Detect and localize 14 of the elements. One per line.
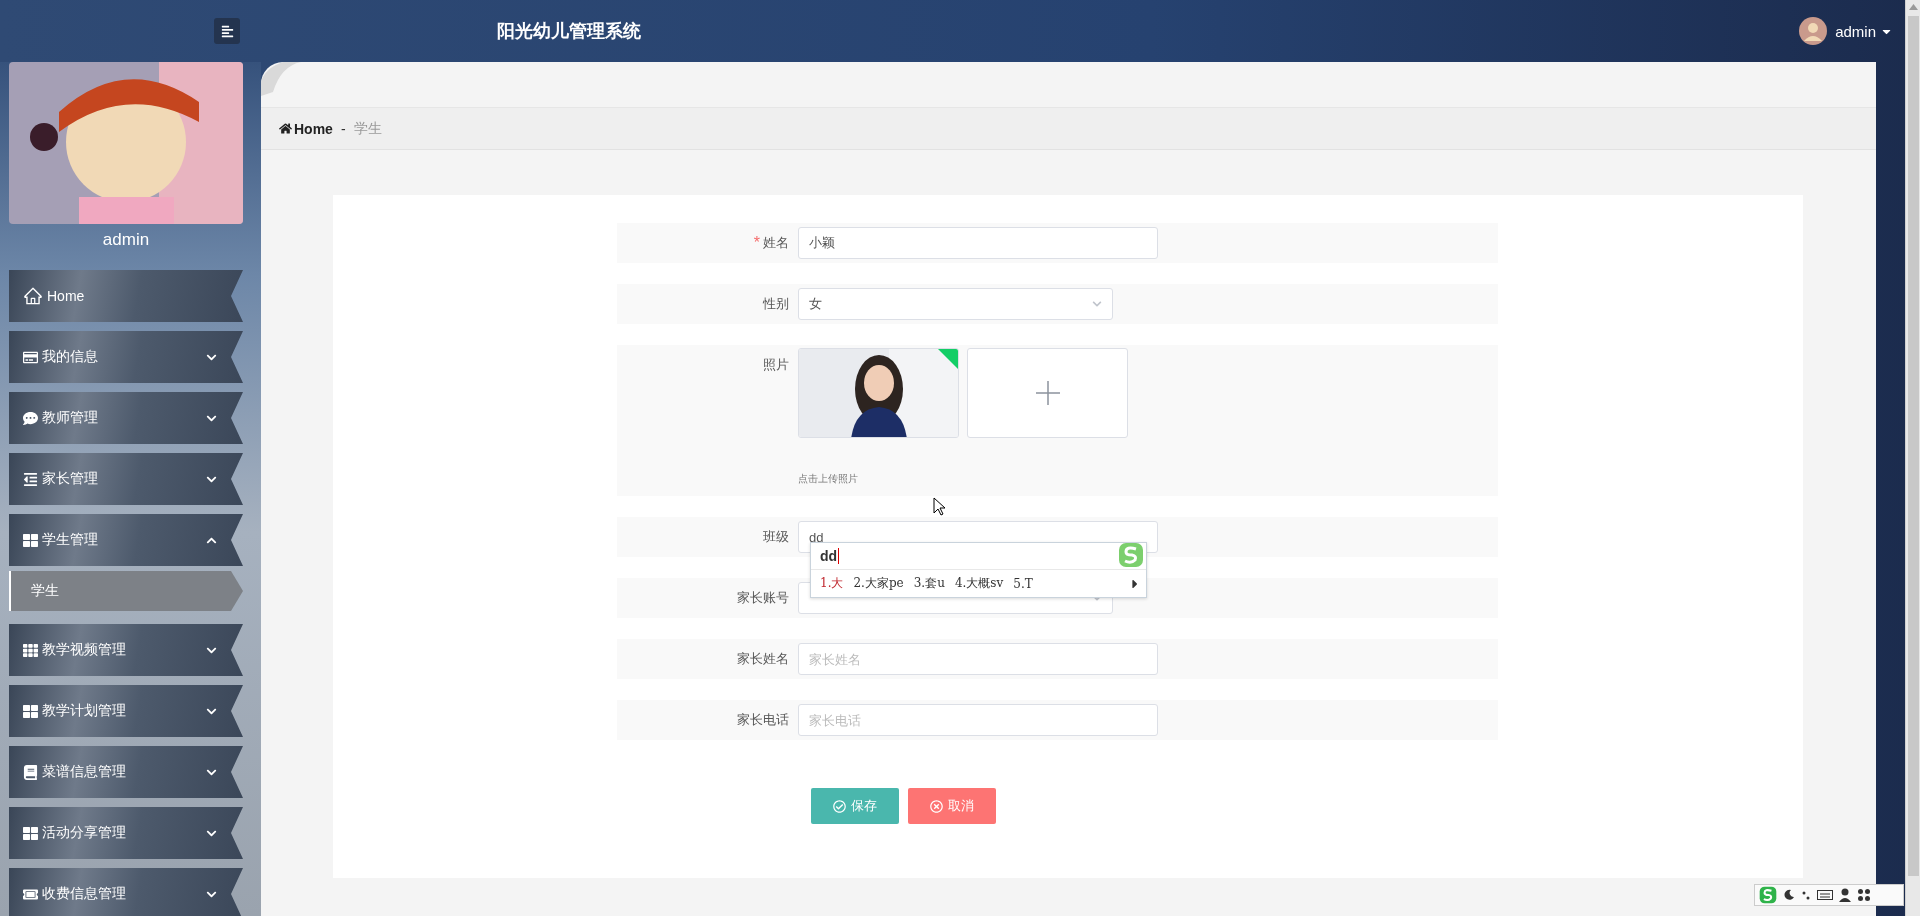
ime-composition: dd [820, 548, 840, 564]
upload-hint: 点击上传照片 [798, 472, 859, 486]
profile-name: admin [101, 230, 151, 250]
field-label: 家长账号 [737, 589, 789, 607]
required-mark: * [753, 234, 760, 252]
app-title: 阳光幼儿管理系统 [497, 20, 641, 43]
breadcrumb-separator: - [340, 120, 346, 137]
field-label: 家长电话 [737, 711, 789, 729]
field-label: 照片 [763, 356, 789, 374]
field-label: 姓名 [763, 234, 789, 252]
field-label: 家长姓名 [737, 650, 789, 668]
field-label: 性别 [763, 295, 789, 313]
field-label: 班级 [763, 528, 789, 546]
breadcrumb-current: 学生 [353, 119, 382, 138]
